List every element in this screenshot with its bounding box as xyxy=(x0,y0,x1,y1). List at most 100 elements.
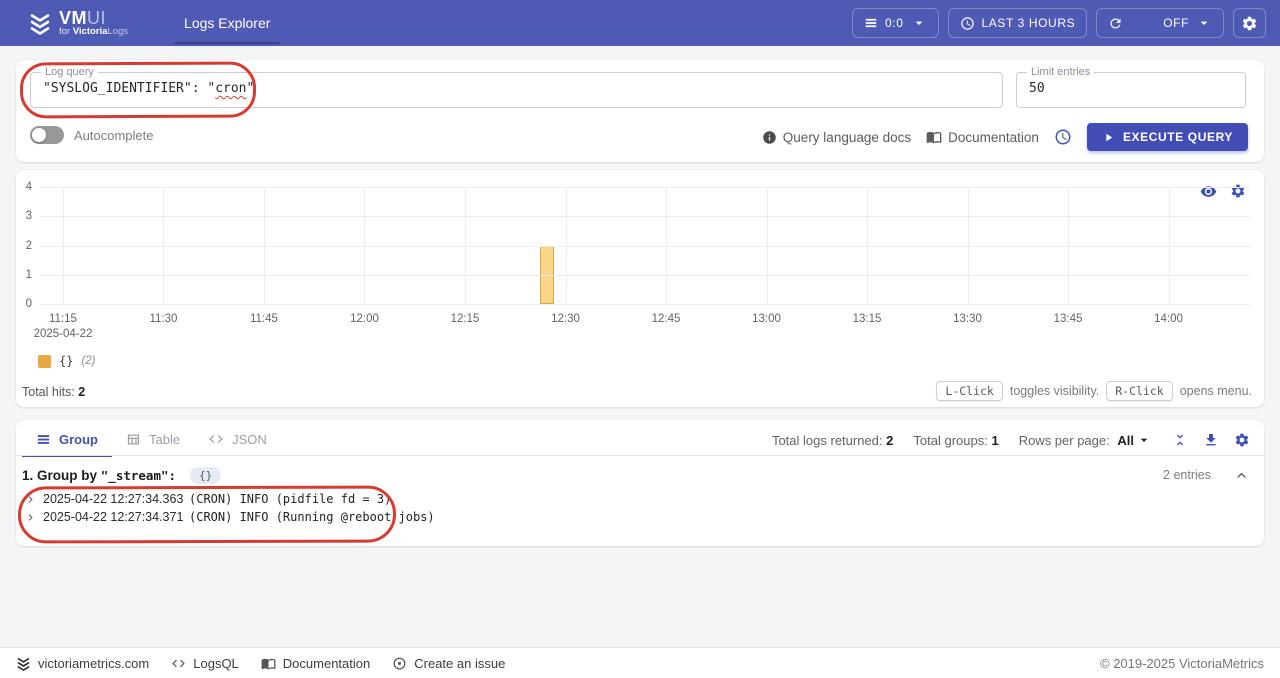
query-panel: Log query "SYSLOG_IDENTIFIER": "cron" Li… xyxy=(16,60,1264,162)
victoriametrics-logo-icon xyxy=(28,11,52,35)
vmui-logo[interactable]: VMUI for VictoriaLogs xyxy=(28,9,128,38)
footer-create-issue-link[interactable]: Create an issue xyxy=(392,656,505,671)
x-axis-date-row: 2025-04-22 xyxy=(40,328,1250,342)
time-range-label: LAST 3 HOURS xyxy=(982,16,1076,30)
execute-query-button[interactable]: EXECUTE QUERY xyxy=(1087,123,1248,151)
tenant-value: 0:0 xyxy=(885,16,903,30)
log-time: 2025-04-22 12:27:34.363 xyxy=(43,492,189,506)
r-click-key: R-Click xyxy=(1106,381,1172,401)
active-tab-indicator xyxy=(174,42,280,44)
code-icon xyxy=(208,431,224,447)
total-groups: Total groups: 1 xyxy=(913,433,998,448)
x-tick-label: 12:00 xyxy=(350,313,379,325)
grid-line-horizontal xyxy=(40,304,1250,305)
tab-json[interactable]: JSON xyxy=(194,424,281,454)
query-history-clock-icon[interactable] xyxy=(1054,128,1072,146)
list-icon xyxy=(864,16,878,30)
legend-count: (2) xyxy=(81,355,95,367)
logo-tagline-for: for xyxy=(59,26,70,37)
r-click-hint-text: opens menu. xyxy=(1180,384,1252,398)
grid-line-horizontal xyxy=(40,216,1250,217)
group-header: 1. Group by "_stream": {} 2 entries xyxy=(22,464,1250,486)
footer-site-label: victoriametrics.com xyxy=(38,656,149,671)
x-tick-label: 12:45 xyxy=(652,313,681,325)
log-query-label: Log query xyxy=(41,66,98,78)
collapse-groups-icon[interactable] xyxy=(1172,432,1188,448)
tabs-divider xyxy=(16,455,1264,456)
results-settings-gear-icon[interactable] xyxy=(1234,432,1250,448)
legend-item[interactable]: {} (2) xyxy=(38,354,96,368)
hits-chart-panel: 43210 11:15 11:30 11:45 12:00 12:15 12:30 12:4… xyxy=(16,170,1264,407)
legend-color-swatch xyxy=(38,355,51,368)
chevron-down-icon xyxy=(911,15,927,31)
clock-icon xyxy=(960,16,975,31)
collapse-group-chevron-up-icon[interactable] xyxy=(1233,467,1250,484)
limit-entries-label: Limit entries xyxy=(1027,66,1094,78)
time-range-button[interactable]: LAST 3 HOURS xyxy=(948,8,1088,38)
log-row[interactable]: 2025-04-22 12:27:34.363 (CRON) INFO (pid… xyxy=(22,490,1250,508)
legend-hints: L-Click toggles visibility. R-Click open… xyxy=(936,381,1252,401)
grid-line-horizontal xyxy=(40,275,1250,276)
plot-area xyxy=(40,187,1250,304)
total-logs-returned: Total logs returned: 2 xyxy=(772,433,893,448)
documentation-link[interactable]: Documentation xyxy=(926,129,1039,145)
stream-chip[interactable]: {} xyxy=(190,467,221,484)
logs-results-panel: Group Table JSON Total logs returned: 2 … xyxy=(16,420,1264,546)
global-settings-button[interactable] xyxy=(1233,8,1266,38)
y-axis: 43210 xyxy=(16,187,34,304)
log-row[interactable]: 2025-04-22 12:27:34.371 (CRON) INFO (Run… xyxy=(22,508,1250,526)
autorefresh-button[interactable]: OFF xyxy=(1096,8,1224,38)
log-message: (CRON) INFO (pidfile fd = 3) xyxy=(189,492,391,506)
tenant-selector-button[interactable]: 0:0 xyxy=(852,8,938,38)
download-icon[interactable] xyxy=(1203,432,1219,448)
footer-victoriametrics-link[interactable]: victoriametrics.com xyxy=(16,656,149,671)
logo-brand-bold: VM xyxy=(59,8,87,28)
total-hits-label: Total hits: xyxy=(22,385,75,399)
documentation-label: Documentation xyxy=(948,130,1039,145)
copyright: © 2019-2025 VictoriaMetrics xyxy=(1100,656,1264,671)
autocomplete-toggle[interactable] xyxy=(30,126,64,144)
tab-group[interactable]: Group xyxy=(22,424,112,454)
x-tick-label: 12:30 xyxy=(551,313,580,325)
toggle-knob xyxy=(32,128,46,142)
grid-line-horizontal xyxy=(40,246,1250,247)
misspelled-word: cron xyxy=(215,81,246,96)
x-tick-label: 13:00 xyxy=(752,313,781,325)
x-axis-date: 2025-04-22 xyxy=(34,328,93,340)
refresh-icon xyxy=(1108,16,1123,31)
y-tick-label: 1 xyxy=(26,269,32,281)
execute-query-label: EXECUTE QUERY xyxy=(1123,130,1233,144)
x-tick-label: 11:15 xyxy=(49,313,77,325)
expand-row-chevron-icon xyxy=(24,511,37,524)
log-time: 2025-04-22 12:27:34.371 xyxy=(43,510,189,524)
total-hits: Total hits: 2 xyxy=(22,385,85,399)
y-tick-label: 0 xyxy=(26,298,32,310)
total-logs-value: 2 xyxy=(886,433,893,448)
circle-dot-icon xyxy=(392,656,407,671)
group-list-icon xyxy=(36,432,51,447)
query-docs-label: Query language docs xyxy=(783,130,911,145)
footer-logsql-label: LogsQL xyxy=(193,656,239,671)
gear-icon xyxy=(1241,15,1258,32)
x-tick-label: 11:30 xyxy=(150,313,178,325)
legend-label: {} xyxy=(59,354,73,368)
tab-logs-explorer[interactable]: Logs Explorer xyxy=(170,0,284,46)
log-rows: 2025-04-22 12:27:34.363 (CRON) INFO (pid… xyxy=(22,490,1250,526)
footer-documentation-label: Documentation xyxy=(283,656,370,671)
footer-documentation-link[interactable]: Documentation xyxy=(261,656,370,671)
logo-brand-light: UI xyxy=(87,8,106,28)
tab-table-label: Table xyxy=(149,432,180,447)
x-tick-label: 13:30 xyxy=(953,313,982,325)
x-tick-label: 11:45 xyxy=(250,313,278,325)
book-icon xyxy=(926,129,942,145)
logo-tagline-bold: Victoria xyxy=(73,26,108,37)
rows-per-page-select[interactable]: Rows per page: All xyxy=(1019,432,1152,448)
footer-logsql-link[interactable]: LogsQL xyxy=(171,656,239,671)
query-language-docs-link[interactable]: Query language docs xyxy=(762,130,911,145)
tab-table[interactable]: Table xyxy=(112,424,194,454)
log-query-input[interactable]: Log query "SYSLOG_IDENTIFIER": "cron" xyxy=(30,72,1003,108)
l-click-key: L-Click xyxy=(936,381,1002,401)
x-tick-label: 12:15 xyxy=(451,313,480,325)
limit-entries-input[interactable]: Limit entries 50 xyxy=(1016,72,1246,108)
log-query-value: "SYSLOG_IDENTIFIER": "cron" xyxy=(31,73,1002,104)
